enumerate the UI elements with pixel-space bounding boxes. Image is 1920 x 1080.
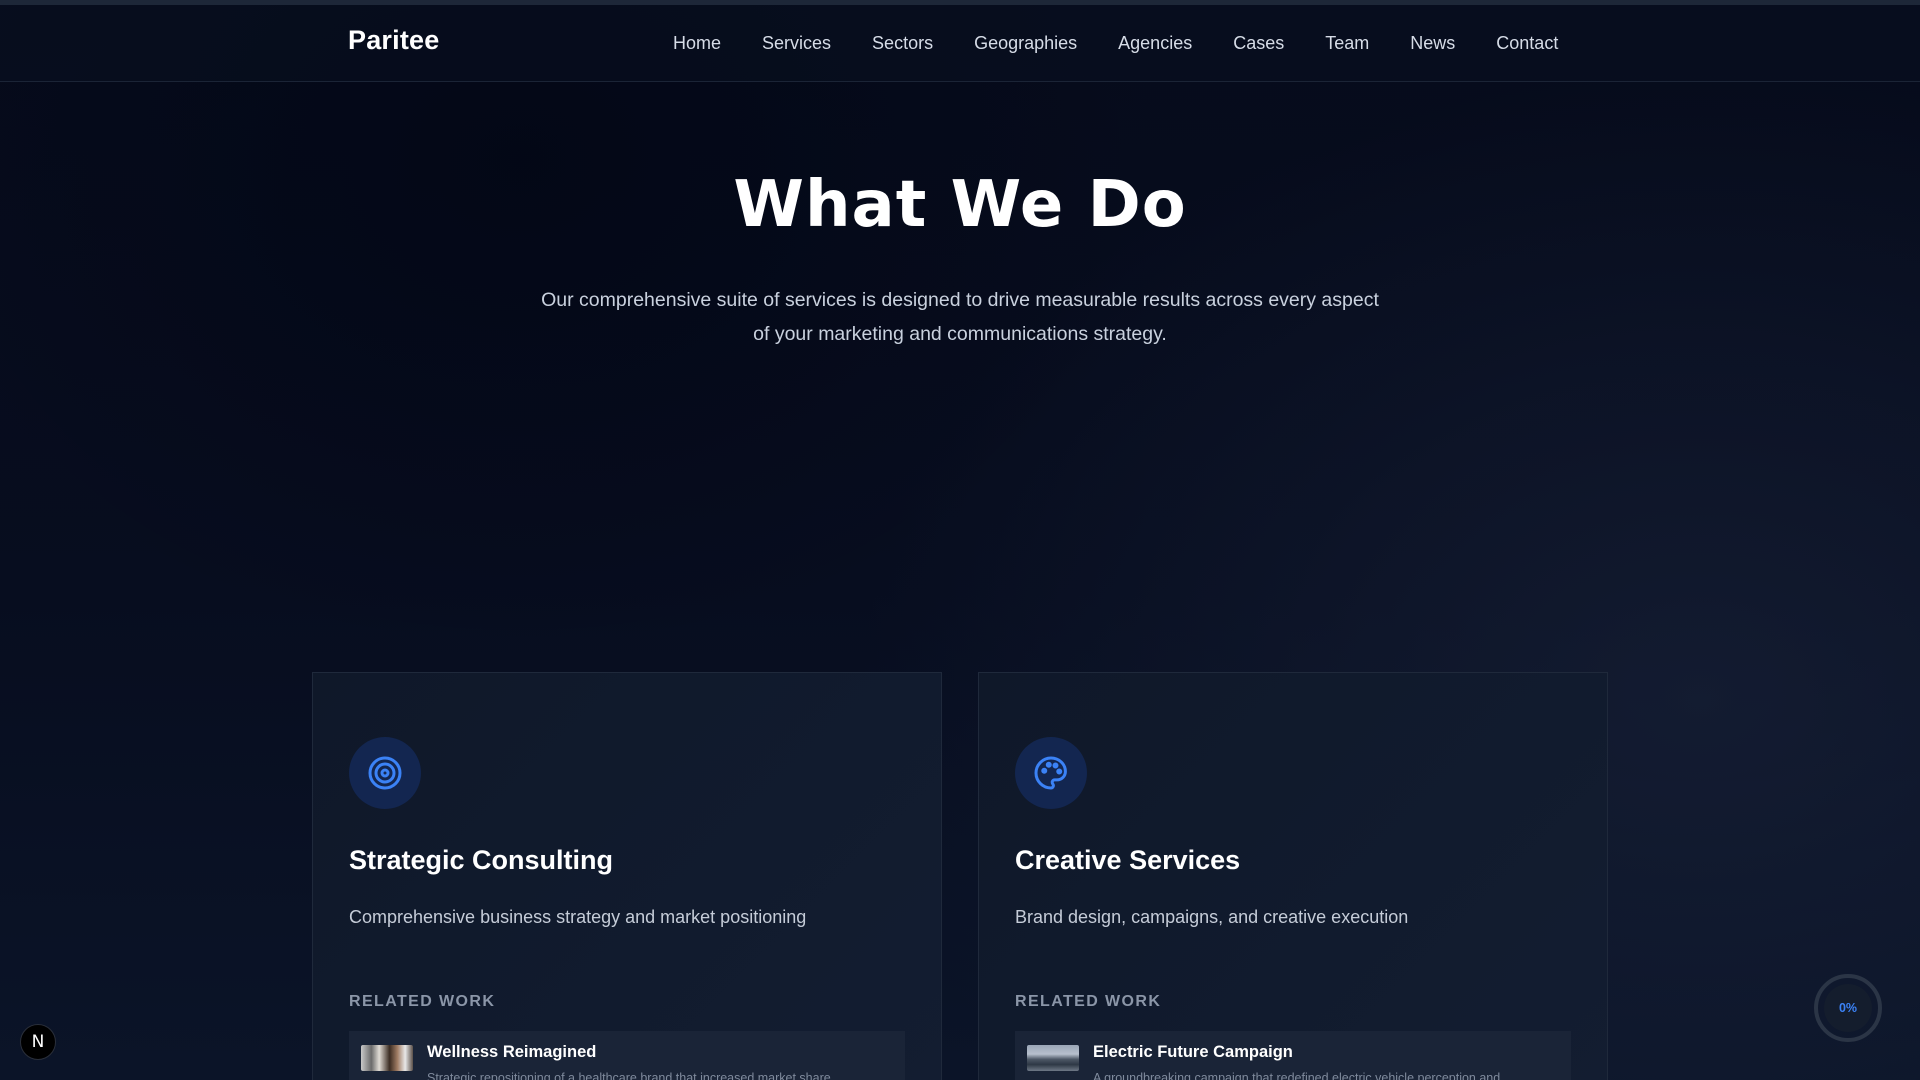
- related-work-title: Electric Future Campaign: [1093, 1043, 1293, 1061]
- nav-sectors[interactable]: Sectors: [872, 30, 933, 56]
- nav-services[interactable]: Services: [762, 30, 831, 56]
- page-title: What We Do: [733, 168, 1187, 242]
- nav-agencies[interactable]: Agencies: [1118, 30, 1192, 56]
- nav-contact[interactable]: Contact: [1496, 30, 1558, 56]
- scroll-progress-value: 0%: [1824, 984, 1872, 1032]
- nav-links: Home Services Sectors Geographies Agenci…: [673, 30, 1558, 56]
- related-work-title: Wellness Reimagined: [427, 1043, 597, 1061]
- subtitle-line-2: of your marketing and communications str…: [753, 323, 1167, 345]
- nav-home[interactable]: Home: [673, 30, 721, 56]
- card-description: Brand design, campaigns, and creative ex…: [1015, 907, 1409, 927]
- card-description: Comprehensive business strategy and mark…: [349, 907, 807, 927]
- scroll-progress-indicator[interactable]: 0%: [1814, 974, 1882, 1042]
- nav-news[interactable]: News: [1410, 30, 1455, 56]
- top-navbar: Paritee Home Services Sectors Geographie…: [0, 5, 1920, 82]
- target-icon: [349, 737, 421, 809]
- related-work-item[interactable]: Electric Future Campaign A groundbreakin…: [1015, 1031, 1571, 1080]
- brand-logo[interactable]: Paritee: [348, 25, 439, 56]
- page-subtitle: Our comprehensive suite of services is d…: [520, 283, 1400, 351]
- subtitle-line-1: Our comprehensive suite of services is d…: [541, 289, 1379, 311]
- nav-team[interactable]: Team: [1325, 30, 1369, 56]
- related-work-item[interactable]: Wellness Reimagined Strategic reposition…: [349, 1031, 905, 1080]
- nav-cases[interactable]: Cases: [1233, 30, 1284, 56]
- service-card-strategic-consulting: Strategic Consulting Comprehensive busin…: [312, 672, 942, 1080]
- related-work-label: RELATED WORK: [1015, 993, 1162, 1010]
- card-title: Strategic Consulting: [349, 845, 614, 875]
- related-work-label: RELATED WORK: [349, 993, 496, 1010]
- card-title: Creative Services: [1015, 845, 1241, 875]
- related-work-description: A groundbreaking campaign that redefined…: [1093, 1071, 1501, 1080]
- service-card-creative-services: Creative Services Brand design, campaign…: [978, 672, 1608, 1080]
- related-work-description: Strategic repositioning of a healthcare …: [427, 1071, 831, 1080]
- related-work-thumbnail: [1027, 1045, 1079, 1071]
- palette-icon: [1015, 737, 1087, 809]
- nav-geographies[interactable]: Geographies: [974, 30, 1077, 56]
- dev-tools-badge[interactable]: N: [20, 1024, 56, 1060]
- related-work-thumbnail: [361, 1045, 413, 1071]
